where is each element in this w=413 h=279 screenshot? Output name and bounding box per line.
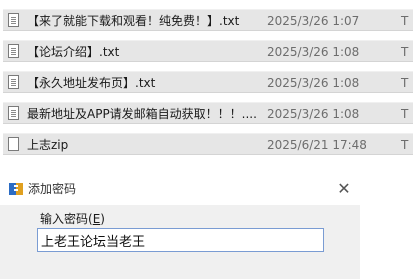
password-label-close-paren: )	[100, 212, 105, 226]
file-name: 最新地址及APP请发邮箱自动获取！！！....	[27, 107, 257, 121]
file-type-cell: T	[401, 76, 409, 90]
file-name: 上志zip	[27, 138, 69, 152]
file-row[interactable]: 【永久地址发布页】.txt 2025/3/26 1:08 T	[3, 71, 413, 93]
file-modified-date: 2025/3/26 1:08	[267, 45, 360, 59]
file-modified-date: 2025/3/26 1:07	[267, 14, 360, 28]
dialog-title: 添加密码	[28, 182, 77, 196]
file-list: 【来了就能下载和观看！纯免费！】.txt 2025/3/26 1:07 T 【论…	[0, 0, 413, 160]
password-field-label: 输入密码(E)	[40, 211, 105, 227]
file-type-cell: T	[401, 14, 409, 28]
archive-app-icon	[9, 183, 23, 195]
dialog-titlebar[interactable]: 添加密码 ✕	[0, 173, 360, 205]
file-name: 【来了就能下载和观看！纯免费！】.txt	[27, 14, 240, 28]
text-file-icon	[8, 106, 19, 120]
file-name: 【永久地址发布页】.txt	[27, 76, 156, 90]
file-row[interactable]: 【论坛介绍】.txt 2025/3/26 1:08 T	[3, 40, 413, 62]
file-modified-date: 2025/3/26 1:08	[267, 107, 360, 121]
password-label-text: 输入密码(	[40, 212, 93, 226]
file-modified-date: 2025/3/26 1:08	[267, 76, 360, 90]
text-file-icon	[8, 13, 19, 27]
file-name: 【论坛介绍】.txt	[27, 45, 120, 59]
file-type-cell: T	[401, 107, 409, 121]
file-type-cell: T	[401, 45, 409, 59]
text-file-icon	[8, 75, 19, 89]
file-row[interactable]: 【来了就能下载和观看！纯免费！】.txt 2025/3/26 1:07 T	[3, 9, 413, 31]
file-type-cell: T	[401, 138, 409, 152]
add-password-dialog: 添加密码 ✕ 输入密码(E)	[0, 173, 360, 279]
password-input[interactable]	[37, 228, 324, 252]
blank-file-icon	[8, 137, 19, 151]
close-icon[interactable]: ✕	[332, 179, 356, 199]
file-row[interactable]: 最新地址及APP请发邮箱自动获取！！！.... 2025/3/26 1:08 T	[3, 102, 413, 124]
file-modified-date: 2025/6/21 17:48	[267, 138, 367, 152]
file-row[interactable]: 上志zip 2025/6/21 17:48 T	[3, 133, 413, 155]
text-file-icon	[8, 44, 19, 58]
